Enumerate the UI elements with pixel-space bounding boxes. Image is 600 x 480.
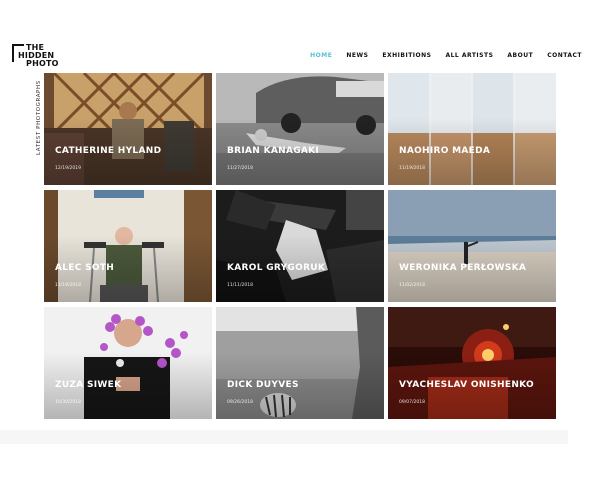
photographer-name: DICK DUYVES <box>227 380 299 390</box>
photo-date: 09/07/2018 <box>399 400 425 405</box>
photo-tile-zuza-siwek[interactable]: ZUZA SIWEK 10/30/2018 <box>44 307 212 419</box>
photo-tile-karol-grygoruk[interactable]: KAROL GRYGORUK 11/11/2018 <box>216 190 384 302</box>
section-label-text: LATEST PHOTOGRAPHS <box>36 80 42 155</box>
photographer-name: KAROL GRYGORUK <box>227 263 326 273</box>
photographer-name: ALEC SOTH <box>55 263 115 273</box>
photo-tile-brian-kanagaki[interactable]: BRIAN KANAGAKI 11/27/2018 <box>216 73 384 185</box>
photographer-name: NAOHIRO MAEDA <box>399 146 491 156</box>
site-header: THE HIDDEN PHOTO HOME NEWS EXHIBITIONS A… <box>0 0 600 72</box>
nav-contact[interactable]: CONTACT <box>547 52 582 59</box>
photo-date: 11/02/2018 <box>399 283 425 288</box>
photographer-name: BRIAN KANAGAKI <box>227 146 320 156</box>
nav-news[interactable]: NEWS <box>346 52 368 59</box>
photo-date: 09/26/2018 <box>227 400 253 405</box>
photographer-name: ZUZA SIWEK <box>55 380 122 390</box>
photo-tile-alec-soth[interactable]: ALEC SOTH 11/19/2018 <box>44 190 212 302</box>
photo-tile-catherine-hyland[interactable]: CATHERINE HYLAND 12/19/2019 <box>44 73 212 185</box>
photo-grid: CATHERINE HYLAND 12/19/2019 BRIAN KANAGA… <box>44 73 556 419</box>
photo-date: 11/27/2018 <box>227 166 253 171</box>
photographer-name: VYACHESLAV ONISHENKO <box>399 380 534 390</box>
photo-date: 10/30/2018 <box>55 400 81 405</box>
photo-tile-weronika-perlowska[interactable]: WERONIKA PERŁOWSKA 11/02/2018 <box>388 190 556 302</box>
photographer-name: CATHERINE HYLAND <box>55 146 162 156</box>
photo-date: 11/11/2018 <box>227 283 253 288</box>
footer-band <box>0 430 568 444</box>
nav-home[interactable]: HOME <box>310 52 332 59</box>
nav-about[interactable]: ABOUT <box>507 52 533 59</box>
logo-line-3: PHOTO <box>26 59 59 68</box>
photo-tile-dick-duyves[interactable]: DICK DUYVES 09/26/2018 <box>216 307 384 419</box>
photo-tile-naohiro-maeda[interactable]: NAOHIRO MAEDA 11/19/2018 <box>388 73 556 185</box>
photo-date: 11/19/2018 <box>399 166 425 171</box>
photo-date: 12/19/2019 <box>55 166 81 171</box>
photo-date: 11/19/2018 <box>55 283 81 288</box>
photo-tile-vyacheslav-onishenko[interactable]: VYACHESLAV ONISHENKO 09/07/2018 <box>388 307 556 419</box>
photographer-name: WERONIKA PERŁOWSKA <box>399 263 527 273</box>
nav-all-artists[interactable]: ALL ARTISTS <box>445 52 493 59</box>
nav-exhibitions[interactable]: EXHIBITIONS <box>382 52 431 59</box>
main-nav: HOME NEWS EXHIBITIONS ALL ARTISTS ABOUT … <box>310 52 582 59</box>
